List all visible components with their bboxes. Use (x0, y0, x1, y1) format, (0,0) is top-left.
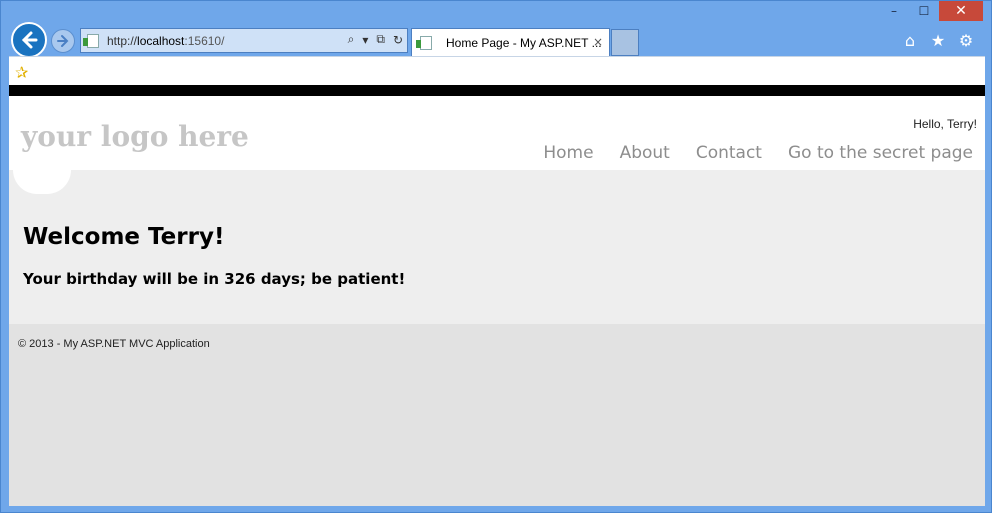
browser-toolbar-icons: ⌂ ★ ⚙ (901, 31, 975, 50)
tab-page-icon (416, 35, 432, 50)
maximize-button[interactable]: ☐ (909, 1, 939, 21)
back-button[interactable] (11, 22, 47, 58)
close-button[interactable]: ✕ (939, 1, 983, 21)
window-controls: – ☐ ✕ (879, 1, 983, 23)
address-bar[interactable]: http://localhost:15610/ ⌕ ▾ ⧉ ↻ (80, 28, 408, 53)
tab-close-icon[interactable]: × (593, 35, 603, 49)
minimize-button[interactable]: – (879, 1, 909, 21)
new-tab-button[interactable] (611, 29, 639, 56)
menu-item-contact[interactable]: Contact (696, 143, 762, 163)
favorites-bar: ✰ (9, 56, 985, 85)
url-host: localhost (137, 33, 185, 48)
dropdown-icon[interactable]: ▾ (362, 33, 368, 47)
url-port: :15610/ (184, 33, 225, 48)
user-greeting: Hello, Terry! (913, 117, 977, 131)
copyright-text: © 2013 - My ASP.NET MVC Application (18, 338, 210, 350)
menu-item-about[interactable]: About (620, 143, 670, 163)
web-page: your logo here Hello, Terry! Home About … (9, 85, 985, 506)
site-footer: © 2013 - My ASP.NET MVC Application (9, 324, 985, 506)
add-favorite-icon[interactable]: ✰ (15, 63, 28, 82)
arrow-right-icon (57, 35, 69, 47)
site-logo[interactable]: your logo here (21, 120, 249, 153)
compatibility-icon[interactable]: ⧉ (376, 32, 385, 47)
tab-title: Home Page - My ASP.NET ... (446, 35, 602, 50)
menu-item-secret-page[interactable]: Go to the secret page (788, 143, 973, 163)
refresh-icon[interactable]: ↻ (393, 33, 403, 47)
site-header: your logo here Hello, Terry! Home About … (9, 96, 985, 194)
browser-window: – ☐ ✕ http://localhost:15610/ ⌕ ▾ ⧉ ↻ Ho… (0, 0, 992, 513)
arrow-left-icon (21, 31, 38, 49)
tab-home-page[interactable]: Home Page - My ASP.NET ... × (411, 28, 610, 56)
address-tools: ⌕ ▾ ⧉ ↻ (348, 32, 403, 47)
page-title: Welcome Terry! (23, 224, 225, 250)
main-menu: Home About Contact Go to the secret page (543, 143, 973, 163)
birthday-message: Your birthday will be in 326 days; be pa… (23, 270, 406, 288)
home-icon[interactable]: ⌂ (901, 31, 919, 50)
search-icon[interactable]: ⌕ (348, 32, 355, 47)
page-icon (83, 33, 99, 48)
forward-button[interactable] (51, 29, 75, 53)
url-prefix: http:// (107, 33, 138, 48)
main-content: Welcome Terry! Your birthday will be in … (9, 170, 985, 324)
menu-item-home[interactable]: Home (543, 143, 593, 163)
favorites-icon[interactable]: ★ (929, 31, 947, 50)
top-bar (9, 85, 985, 96)
settings-icon[interactable]: ⚙ (957, 31, 975, 50)
